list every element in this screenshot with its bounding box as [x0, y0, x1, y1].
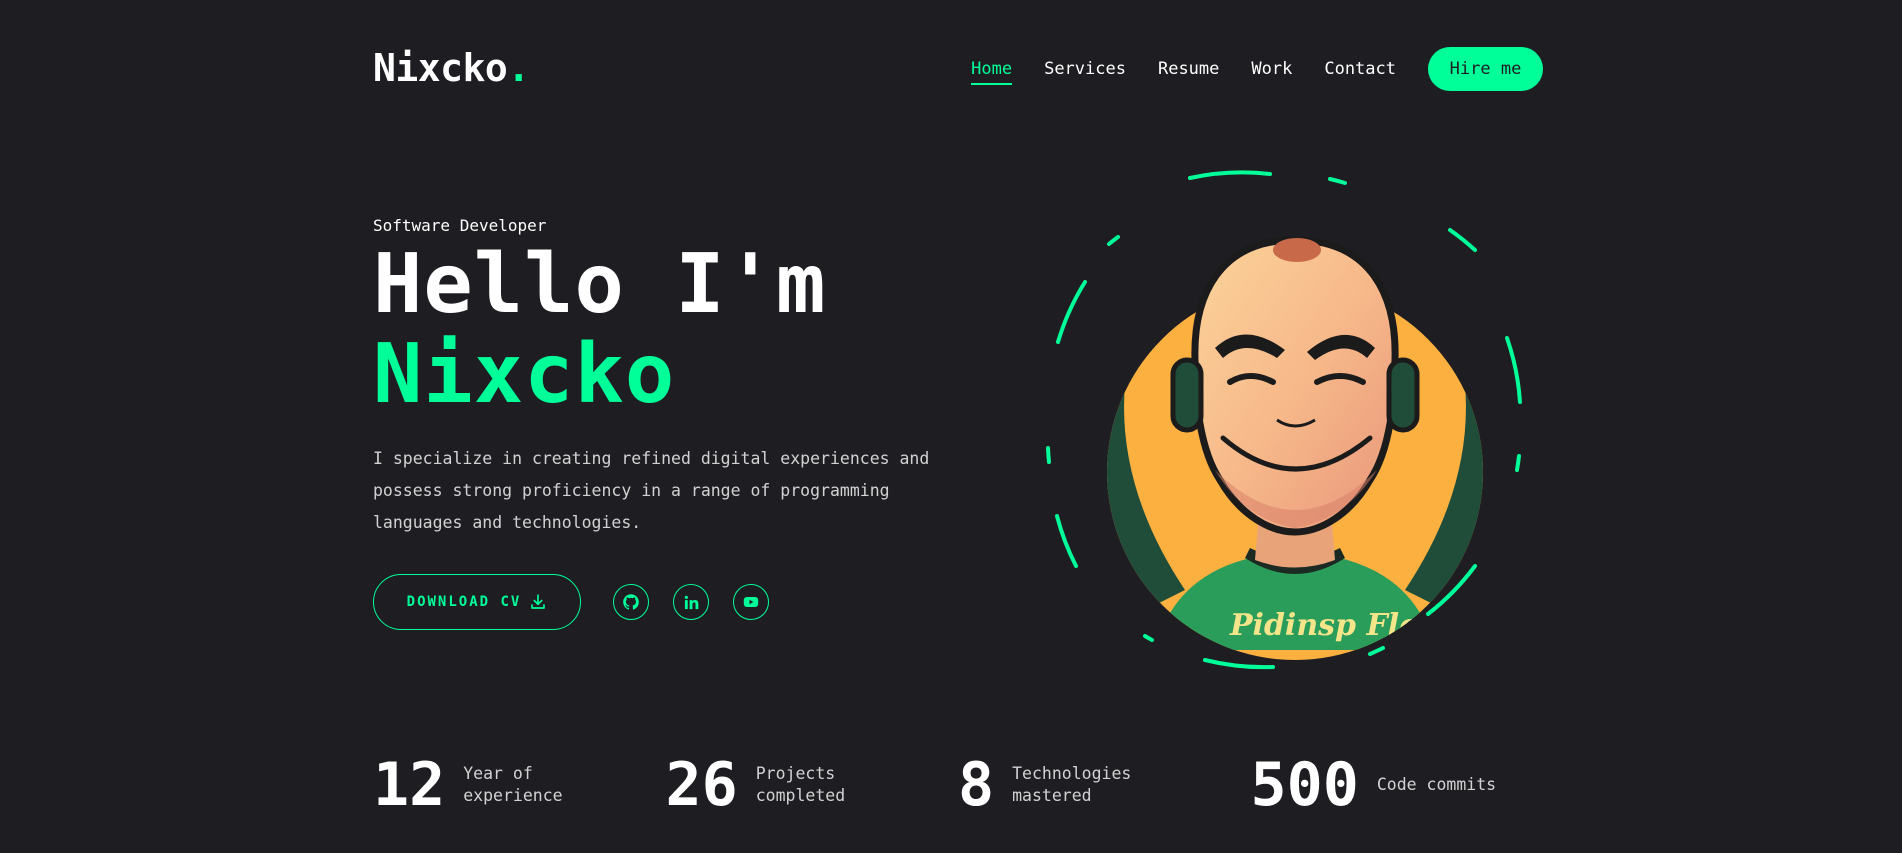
download-cv-button[interactable]: DOWNLOAD CV: [373, 574, 581, 630]
main-nav: Home Services Resume Work Contact Hire m…: [971, 47, 1543, 91]
stat-label: Projects completed: [755, 764, 846, 805]
stat-commits: 500 Code commits: [1251, 755, 1544, 815]
youtube-link[interactable]: [733, 584, 769, 620]
stat-label: Code commits: [1376, 775, 1497, 794]
stat-label: Year of experience: [463, 764, 563, 805]
stat-number: 26: [665, 750, 738, 820]
stat-number: 8: [958, 750, 995, 820]
hero-name: Nixcko: [373, 327, 676, 422]
avatar: @@ Pidinsp Flow: [1045, 170, 1545, 670]
nav-item-services[interactable]: Services: [1044, 59, 1126, 85]
avatar-illustration: @@ Pidinsp Flow: [1046, 170, 1522, 670]
hero-greeting: Hello I'm: [373, 237, 827, 332]
linkedin-icon: [684, 595, 698, 609]
hire-me-button[interactable]: Hire me: [1428, 47, 1543, 91]
stat-number: 12: [373, 750, 446, 820]
nav-item-resume[interactable]: Resume: [1158, 59, 1219, 85]
download-cv-label: DOWNLOAD CV: [406, 594, 522, 610]
page: Nixcko. Home Services Resume Work Contac…: [373, 0, 1543, 853]
hero-actions: DOWNLOAD CV: [373, 574, 769, 630]
shirt-text: Pidinsp Flow: [1229, 608, 1446, 643]
stats-row: 12 Year of experience 26 Projects comple…: [373, 755, 1543, 815]
nav-item-home[interactable]: Home: [971, 59, 1012, 85]
hero-description: I specialize in creating refined digital…: [373, 449, 930, 532]
stat-technologies: 8 Technologies mastered: [958, 755, 1251, 815]
linkedin-link[interactable]: [673, 584, 709, 620]
stat-number: 500: [1250, 750, 1359, 820]
youtube-icon: [743, 597, 759, 607]
nav-item-contact[interactable]: Contact: [1324, 59, 1396, 85]
nav-item-work[interactable]: Work: [1251, 59, 1292, 85]
social-links: [613, 584, 769, 620]
role-subtitle: Software Developer: [373, 216, 547, 235]
github-link[interactable]: [613, 584, 649, 620]
download-icon: [531, 594, 546, 609]
stat-experience: 12 Year of experience: [373, 755, 666, 815]
stat-label: Technologies mastered: [1012, 764, 1132, 805]
logo[interactable]: Nixcko.: [373, 46, 530, 90]
logo-text: Nixcko: [373, 46, 508, 90]
logo-dot: .: [507, 46, 530, 90]
stat-projects: 26 Projects completed: [666, 755, 959, 815]
github-icon: [623, 594, 639, 610]
